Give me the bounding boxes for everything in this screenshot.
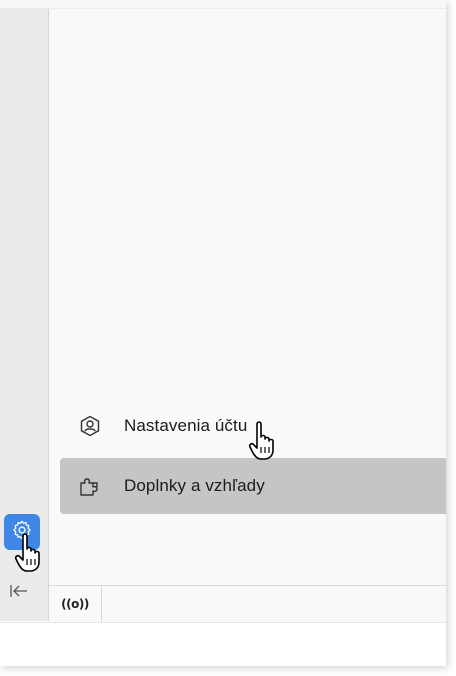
settings-gear-button[interactable]: [4, 514, 40, 550]
menu-item-account-settings[interactable]: Nastavenia účtu: [60, 398, 446, 454]
gear-icon: [11, 519, 33, 546]
bottom-area: [0, 622, 446, 666]
status-bar: ((o)): [49, 585, 446, 622]
app-window: Nastavenia účtu Doplnky a vzhľady ((o)): [0, 0, 446, 666]
top-edge: [0, 0, 446, 9]
puzzle-icon: [78, 474, 102, 498]
collapse-left-icon: [9, 583, 29, 604]
account-shield-icon: [78, 414, 102, 438]
menu-item-addons-themes[interactable]: Doplnky a vzhľady: [60, 458, 446, 514]
broadcast-status-button[interactable]: ((o)): [49, 586, 102, 622]
collapse-sidebar-button[interactable]: [6, 580, 32, 606]
menu-item-label: Doplnky a vzhľady: [124, 476, 265, 495]
menu-item-label: Nastavenia účtu: [124, 416, 248, 435]
broadcast-icon: ((o)): [61, 597, 89, 611]
